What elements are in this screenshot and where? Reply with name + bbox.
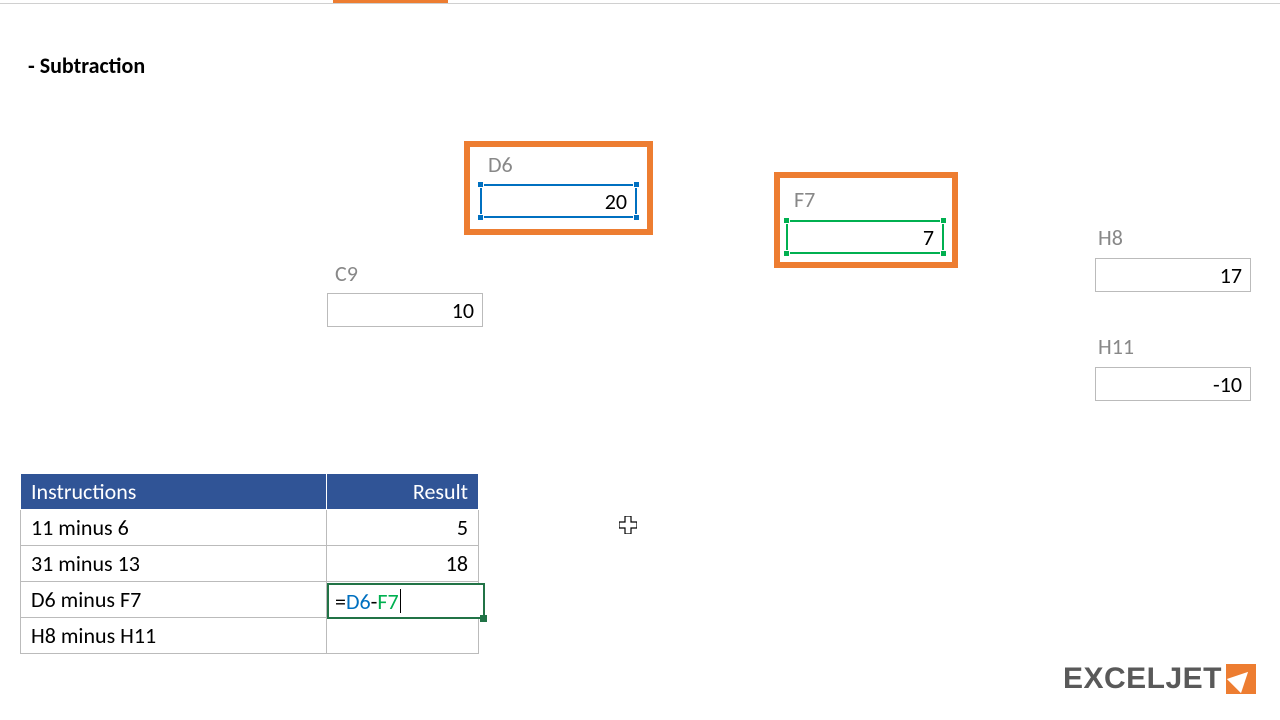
- formula-ref-d6: D6: [346, 588, 371, 615]
- cell-f7-value: 7: [923, 224, 934, 251]
- cell-c9[interactable]: 10: [327, 293, 483, 327]
- handle-tl-green[interactable]: [783, 217, 790, 224]
- handle-tl-blue[interactable]: [477, 181, 484, 188]
- section-heading: - Subtraction: [28, 52, 145, 79]
- cell-label-h8: H8: [1098, 224, 1123, 251]
- formula-equals: =: [335, 588, 346, 615]
- top-divider: [0, 3, 1280, 4]
- formula-editing-cell[interactable]: =D6-F7: [327, 583, 485, 619]
- logo-mark-icon: [1226, 664, 1256, 694]
- exceljet-logo: EXCELJET: [1063, 662, 1256, 696]
- cell-f7[interactable]: 7: [786, 220, 944, 254]
- cell-instruction: H8 minus H11: [21, 618, 327, 654]
- cell-instruction: D6 minus F7: [21, 582, 327, 618]
- logo-text: EXCELJET: [1063, 662, 1222, 696]
- cell-d6-value: 20: [605, 188, 627, 215]
- cell-label-h11: H11: [1098, 333, 1134, 360]
- cell-d6[interactable]: 20: [480, 184, 637, 218]
- handle-tr-blue[interactable]: [633, 181, 640, 188]
- fill-handle[interactable]: [480, 615, 487, 622]
- table-row[interactable]: H8 minus H11: [21, 618, 479, 654]
- cell-instruction: 11 minus 6: [21, 510, 327, 546]
- handle-bl-green[interactable]: [783, 250, 790, 257]
- cell-c9-value: 10: [452, 297, 474, 324]
- cell-result: 5: [327, 510, 479, 546]
- handle-br-green[interactable]: [940, 250, 947, 257]
- formula-minus: -: [371, 588, 378, 615]
- handle-br-blue[interactable]: [633, 214, 640, 221]
- instructions-table: Instructions Result 11 minus 6 5 31 minu…: [20, 473, 479, 654]
- table-row[interactable]: 11 minus 6 5: [21, 510, 479, 546]
- cell-result: 18: [327, 546, 479, 582]
- cell-label-d6: D6: [488, 151, 513, 178]
- cell-instruction: 31 minus 13: [21, 546, 327, 582]
- cell-h11-value: -10: [1213, 371, 1242, 398]
- cell-label-c9: C9: [335, 260, 358, 287]
- cell-h8-value: 17: [1220, 262, 1242, 289]
- cell-result: [327, 618, 479, 654]
- formula-ref-f7: F7: [377, 588, 398, 615]
- col-result: Result: [327, 474, 479, 510]
- handle-tr-green[interactable]: [940, 217, 947, 224]
- handle-bl-blue[interactable]: [477, 214, 484, 221]
- table-header-row: Instructions Result: [21, 474, 479, 510]
- text-cursor: [400, 589, 401, 613]
- excel-cross-cursor-icon: [619, 516, 637, 539]
- cell-label-f7: F7: [794, 186, 815, 213]
- col-instructions: Instructions: [21, 474, 327, 510]
- cell-h8[interactable]: 17: [1095, 258, 1251, 292]
- table-row[interactable]: 31 minus 13 18: [21, 546, 479, 582]
- cell-h11[interactable]: -10: [1095, 367, 1251, 401]
